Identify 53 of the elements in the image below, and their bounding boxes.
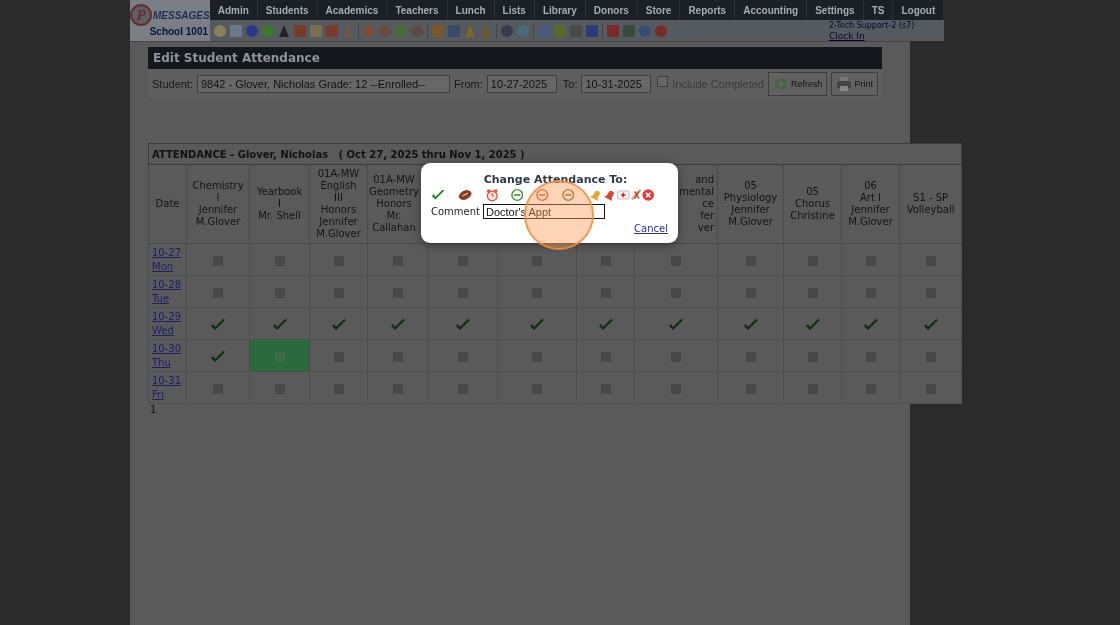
- attendance-cell[interactable]: [309, 307, 368, 340]
- attendance-cell[interactable]: [899, 307, 962, 340]
- comment-label: Comment: [431, 206, 480, 217]
- attendance-cell[interactable]: [249, 371, 310, 404]
- column-header: Yearbook I Mr. Shell: [249, 164, 310, 244]
- user-name: 2-Tech Support-2 (s7): [828, 20, 915, 31]
- column-header: Date: [148, 164, 187, 244]
- football-icon[interactable]: [458, 188, 473, 202]
- bell-icon[interactable]: [603, 188, 617, 202]
- column-header: 05 Physiology Jennifer M.Glover: [717, 164, 784, 244]
- attendance-cell[interactable]: [186, 307, 250, 340]
- attendance-cell[interactable]: [783, 307, 842, 340]
- student-label: Student:: [152, 78, 193, 90]
- school-logo[interactable]: P MESSAGES School 1001: [130, 0, 210, 41]
- attendance-cell[interactable]: [576, 307, 635, 340]
- column-header: 06 Art I Jennifer M.Glover: [841, 164, 900, 244]
- minus-circle-icon[interactable]: [510, 188, 524, 202]
- attendance-cell[interactable]: [309, 371, 368, 404]
- minus-circle-icon[interactable]: [536, 188, 549, 202]
- attendance-cell[interactable]: [634, 307, 718, 340]
- minus-circle-icon[interactable]: [561, 188, 575, 202]
- column-header: S1 - SP Volleyball: [899, 164, 962, 244]
- column-header: 05 Chorus Christine: [783, 164, 842, 244]
- attendance-cell[interactable]: [899, 339, 962, 372]
- attendance-cell[interactable]: [899, 371, 962, 404]
- attendance-cell[interactable]: [367, 243, 429, 276]
- attendance-cell[interactable]: [367, 307, 429, 340]
- attendance-cell[interactable]: [186, 339, 250, 372]
- first-aid-icon[interactable]: [617, 189, 630, 201]
- attendance-cell[interactable]: [309, 339, 368, 372]
- attendance-cell[interactable]: [899, 243, 962, 276]
- column-header: 01A-MW English III Honors Jennifer M.Glover: [309, 164, 368, 244]
- attendance-cell[interactable]: [717, 307, 784, 340]
- cancel-link[interactable]: Cancel: [634, 223, 668, 234]
- to-label: To:: [562, 78, 578, 90]
- bell-icon[interactable]: [590, 188, 603, 202]
- page-number: 1: [149, 404, 158, 415]
- attendance-cell[interactable]: [497, 307, 577, 340]
- alarm-clock-icon[interactable]: [485, 188, 498, 202]
- refresh-icon: [772, 76, 789, 92]
- attendance-cell[interactable]: [186, 371, 250, 404]
- attendance-cell[interactable]: [249, 307, 310, 340]
- from-label: From:: [454, 78, 483, 90]
- panel-title-bar: Edit Student Attendance: [148, 47, 882, 69]
- attendance-cell[interactable]: [428, 307, 498, 340]
- popup-title: Change Attendance To:: [482, 173, 629, 186]
- include-completed-checkbox[interactable]: [657, 76, 669, 87]
- attendance-cell[interactable]: [841, 307, 900, 340]
- attendance-cell[interactable]: [899, 275, 962, 308]
- close-icon[interactable]: [642, 188, 655, 202]
- attendance-cell[interactable]: [249, 339, 310, 372]
- x-mark-icon[interactable]: [630, 188, 642, 202]
- check-icon[interactable]: [431, 188, 446, 202]
